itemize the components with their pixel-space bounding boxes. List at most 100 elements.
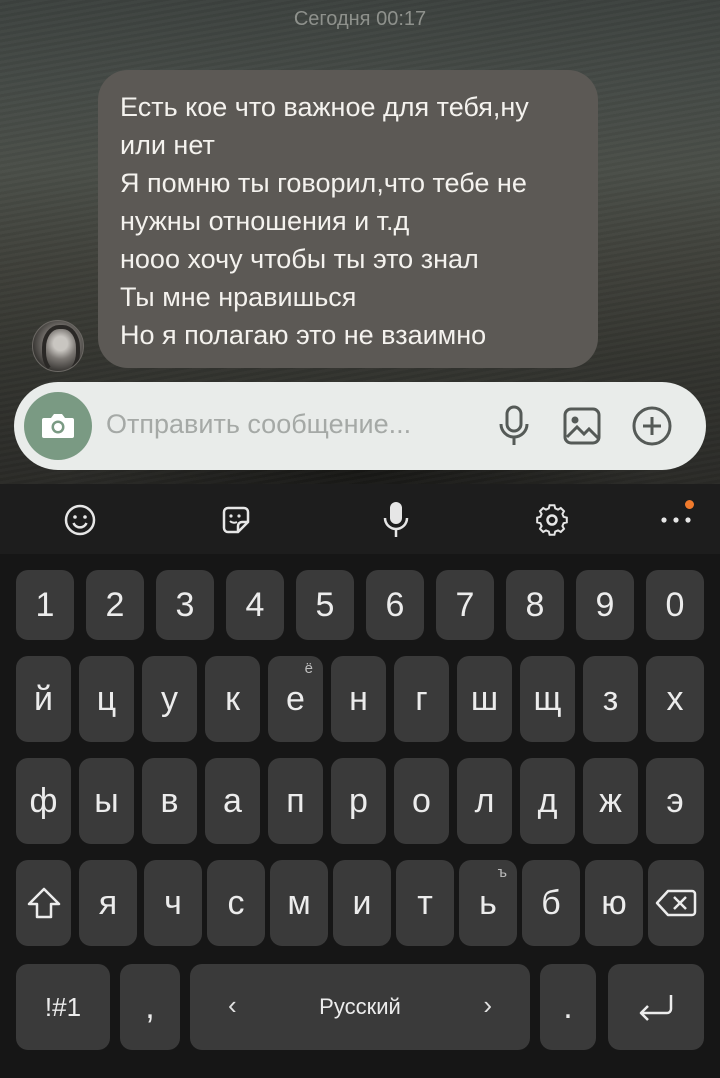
key-alt-label: ъ xyxy=(497,864,507,881)
attach-button[interactable] xyxy=(630,404,674,448)
key-0[interactable]: 0 xyxy=(646,570,704,640)
key-label: м xyxy=(287,883,311,922)
key-letter[interactable]: л xyxy=(457,758,512,844)
key-letter[interactable]: ш xyxy=(457,656,512,742)
key-label: и xyxy=(352,883,372,922)
key-letter[interactable]: х xyxy=(646,656,704,742)
key-letter[interactable]: щ xyxy=(520,656,575,742)
keyboard: 1 2 3 4 5 6 7 8 9 0 й ц у к ёе н г ш щ з… xyxy=(0,554,720,1078)
key-label: !#1 xyxy=(44,991,82,1022)
key-letter[interactable]: й xyxy=(16,656,71,742)
contact-avatar[interactable] xyxy=(32,320,84,372)
voice-input-button[interactable] xyxy=(374,498,418,542)
message-line: Ты мне нравишься xyxy=(120,282,357,312)
key-2[interactable]: 2 xyxy=(86,570,144,640)
backspace-icon xyxy=(655,889,697,917)
key-8[interactable]: 8 xyxy=(506,570,564,640)
key-label: з xyxy=(602,679,619,718)
sticker-button[interactable] xyxy=(214,498,258,542)
key-label: н xyxy=(349,679,368,718)
chevron-left-icon: ‹ xyxy=(228,990,237,1020)
key-6[interactable]: 6 xyxy=(366,570,424,640)
key-letter[interactable]: ц xyxy=(79,656,134,742)
key-letter[interactable]: с xyxy=(207,860,265,946)
key-letter[interactable]: к xyxy=(205,656,260,742)
key-letter[interactable]: ёе xyxy=(268,656,323,742)
key-label: х xyxy=(666,679,684,718)
key-3[interactable]: 3 xyxy=(156,570,214,640)
key-letter[interactable]: ф xyxy=(16,758,71,844)
key-label: , xyxy=(145,987,155,1026)
key-letter[interactable]: н xyxy=(331,656,386,742)
key-letter[interactable]: м xyxy=(270,860,328,946)
key-letter[interactable]: ж xyxy=(583,758,638,844)
message-line: Есть кое что важное для тебя,ну xyxy=(120,92,529,122)
enter-key[interactable] xyxy=(608,964,704,1050)
key-label: у xyxy=(161,679,178,718)
key-letter[interactable]: э xyxy=(646,758,704,844)
message-line: Но я полагаю это не взаимно xyxy=(120,320,487,350)
backspace-key[interactable] xyxy=(648,860,704,946)
message-input-bar: Отправить сообщение... xyxy=(14,382,706,470)
message-input[interactable]: Отправить сообщение... xyxy=(106,409,411,440)
language-label: Русский xyxy=(319,994,401,1019)
key-label: ч xyxy=(164,883,182,922)
key-alt-label: ё xyxy=(304,660,313,677)
key-1[interactable]: 1 xyxy=(16,570,74,640)
spacebar[interactable]: ‹ Русский › xyxy=(190,964,530,1050)
key-label: д xyxy=(537,781,558,820)
emoji-icon xyxy=(64,504,96,536)
key-letter[interactable]: ч xyxy=(144,860,202,946)
key-label: 9 xyxy=(595,585,615,624)
symbols-key[interactable]: !#1 xyxy=(16,964,110,1050)
key-label: й xyxy=(34,679,53,718)
key-letter[interactable]: б xyxy=(522,860,580,946)
key-letter[interactable]: о xyxy=(394,758,449,844)
plus-circle-icon xyxy=(632,406,672,446)
key-letter[interactable]: я xyxy=(79,860,137,946)
shift-key[interactable] xyxy=(16,860,71,946)
emoji-button[interactable] xyxy=(58,498,102,542)
notification-dot xyxy=(685,500,694,509)
comma-key[interactable]: , xyxy=(120,964,180,1050)
sticker-icon xyxy=(222,506,250,534)
more-icon xyxy=(661,517,691,523)
microphone-button[interactable] xyxy=(492,404,536,448)
key-7[interactable]: 7 xyxy=(436,570,494,640)
key-5[interactable]: 5 xyxy=(296,570,354,640)
key-letter[interactable]: в xyxy=(142,758,197,844)
settings-button[interactable] xyxy=(530,498,574,542)
key-letter[interactable]: р xyxy=(331,758,386,844)
key-9[interactable]: 9 xyxy=(576,570,634,640)
key-label: щ xyxy=(533,679,562,718)
key-label: ы xyxy=(94,781,119,820)
camera-button[interactable] xyxy=(24,392,92,460)
key-letter[interactable]: т xyxy=(396,860,454,946)
key-letter[interactable]: п xyxy=(268,758,323,844)
gallery-button[interactable] xyxy=(560,404,604,448)
key-label: ж xyxy=(599,781,622,820)
key-4[interactable]: 4 xyxy=(226,570,284,640)
image-icon xyxy=(563,407,601,445)
key-label: а xyxy=(223,781,242,820)
key-letter[interactable]: ъь xyxy=(459,860,517,946)
key-letter[interactable]: а xyxy=(205,758,260,844)
key-letter[interactable]: у xyxy=(142,656,197,742)
chevron-right-icon: › xyxy=(483,990,492,1020)
key-letter[interactable]: з xyxy=(583,656,638,742)
key-letter[interactable]: ю xyxy=(585,860,643,946)
message-line: нооо хочу чтобы ты это знал xyxy=(120,244,479,274)
key-letter[interactable]: г xyxy=(394,656,449,742)
key-label: л xyxy=(474,781,495,820)
key-label: 3 xyxy=(175,585,195,624)
settings-icon xyxy=(536,504,568,536)
period-key[interactable]: . xyxy=(540,964,596,1050)
message-timestamp: Сегодня 00:17 xyxy=(293,8,427,30)
key-letter[interactable]: д xyxy=(520,758,575,844)
key-label: о xyxy=(412,781,431,820)
key-label: э xyxy=(666,781,684,820)
message-line: или нет xyxy=(120,130,215,160)
key-letter[interactable]: ы xyxy=(79,758,134,844)
message-bubble[interactable]: Есть кое что важное для тебя,ну или нет … xyxy=(98,70,598,368)
key-letter[interactable]: и xyxy=(333,860,391,946)
